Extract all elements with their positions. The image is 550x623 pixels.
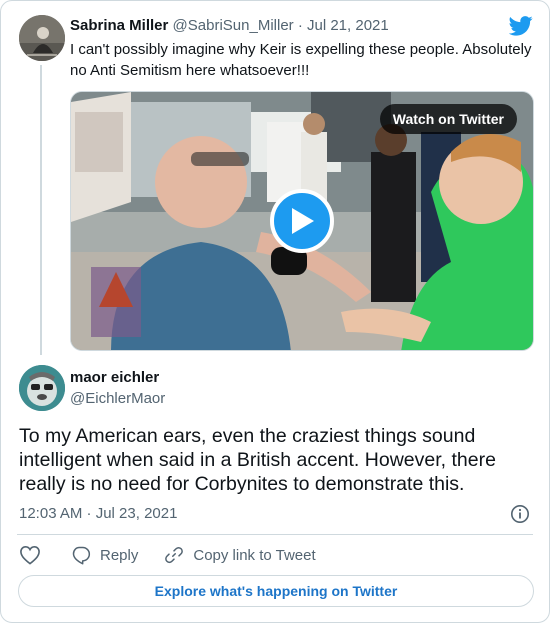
thread-connector-line bbox=[40, 65, 42, 355]
main-author-avatar[interactable] bbox=[19, 365, 65, 411]
video-media[interactable]: Watch on Twitter bbox=[70, 91, 534, 351]
main-author-name[interactable]: maor eichler bbox=[70, 369, 159, 386]
parent-author-handle[interactable]: @SabriSun_Miller bbox=[173, 17, 294, 34]
divider bbox=[17, 534, 533, 535]
copy-link-label: Copy link to Tweet bbox=[193, 546, 316, 564]
watch-on-twitter-button[interactable]: Watch on Twitter bbox=[379, 104, 517, 134]
reply-button[interactable]: Reply bbox=[71, 545, 138, 565]
twitter-bird-icon[interactable] bbox=[508, 15, 533, 37]
play-button[interactable] bbox=[270, 189, 334, 253]
explore-twitter-button[interactable]: Explore what's happening on Twitter bbox=[18, 575, 534, 607]
tweet-timestamp[interactable]: 12:03 AM · Jul 23, 2021 bbox=[19, 505, 177, 522]
reply-icon bbox=[72, 546, 91, 565]
meta-separator: · bbox=[297, 17, 303, 34]
parent-author-name[interactable]: Sabrina Miller bbox=[70, 17, 168, 34]
reply-label: Reply bbox=[100, 546, 139, 564]
play-icon bbox=[292, 208, 314, 234]
copy-link-button[interactable]: Copy link to Tweet bbox=[164, 545, 316, 565]
parent-tweet-header: Sabrina Miller @SabriSun_Miller · Jul 21… bbox=[70, 17, 389, 34]
link-icon bbox=[165, 546, 184, 564]
like-button[interactable] bbox=[19, 545, 41, 565]
heart-icon bbox=[20, 545, 40, 565]
main-author-handle[interactable]: @EichlerMaor bbox=[70, 390, 165, 407]
main-tweet-text: To my American ears, even the craziest t… bbox=[19, 425, 496, 495]
embedded-tweet-card: Sabrina Miller @SabriSun_Miller · Jul 21… bbox=[0, 0, 550, 623]
info-icon[interactable] bbox=[510, 504, 530, 524]
parent-tweet-text: I can't possibly imagine why Keir is exp… bbox=[70, 41, 532, 79]
parent-tweet-date[interactable]: Jul 21, 2021 bbox=[307, 17, 389, 34]
parent-author-avatar[interactable] bbox=[19, 15, 65, 61]
tweet-actions-bar: Reply Copy link to Tweet bbox=[19, 544, 316, 566]
